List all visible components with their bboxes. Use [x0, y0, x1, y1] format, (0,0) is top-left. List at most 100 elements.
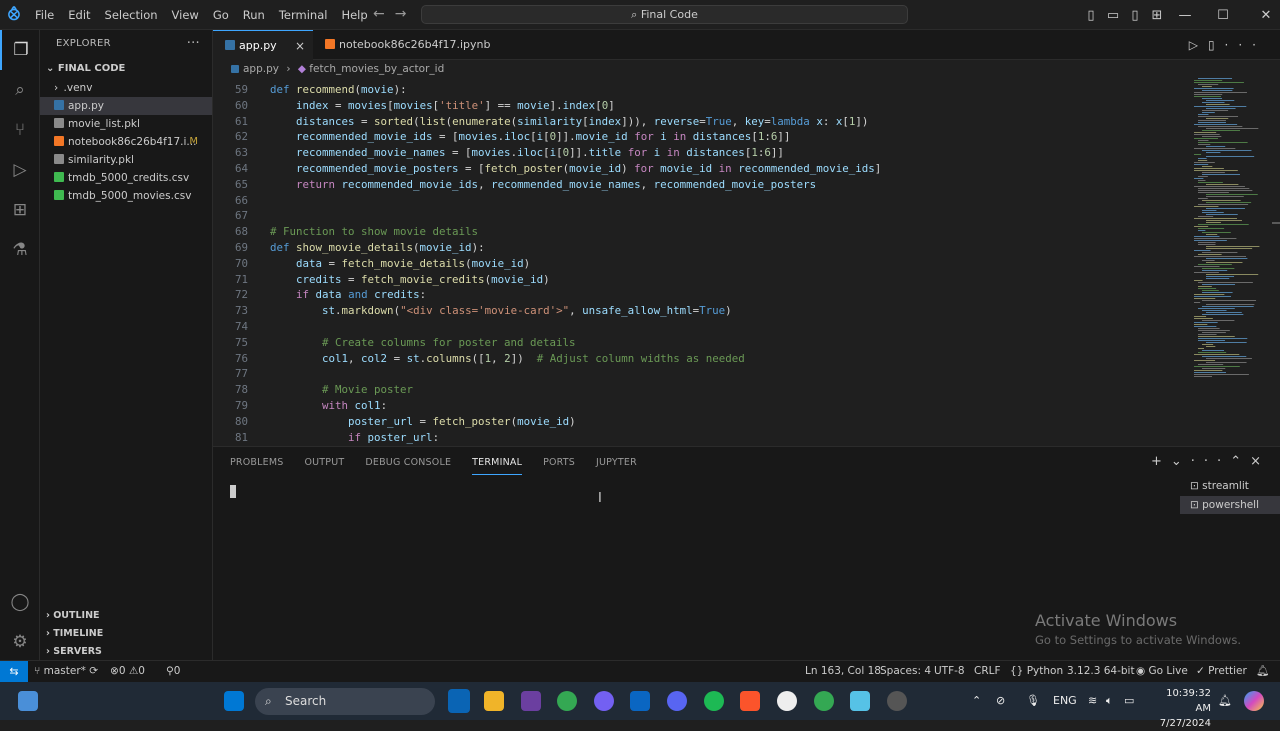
windows-start-icon[interactable]	[224, 691, 244, 711]
close-tab-icon[interactable]: ×	[295, 31, 305, 61]
tab-problems[interactable]: PROBLEMS	[230, 455, 283, 475]
file-explorer-icon[interactable]	[484, 691, 504, 711]
tab-notebook[interactable]: notebook86c26b4f17.ipynb M	[313, 30, 503, 81]
editor-scrollbar[interactable]	[1270, 78, 1280, 446]
accounts-icon[interactable]: ◯	[0, 582, 40, 622]
indentation[interactable]: Spaces: 4	[880, 661, 931, 682]
outline-section[interactable]: › OUTLINE	[40, 607, 213, 625]
wifi-icon[interactable]: ≋	[1088, 682, 1097, 720]
file-item[interactable]: app.py	[40, 97, 212, 115]
split-editor-icon[interactable]: ▯	[1208, 38, 1225, 52]
file-item[interactable]: notebook86c26b4f17.i... M	[40, 133, 212, 151]
vscode-taskbar-icon[interactable]	[448, 689, 470, 713]
menu-help[interactable]: Help	[334, 0, 374, 30]
testing-icon[interactable]: ⚗	[0, 230, 40, 270]
source-control-icon[interactable]: ⑂	[0, 110, 40, 150]
menu-terminal[interactable]: Terminal	[272, 0, 335, 30]
tab-terminal[interactable]: TERMINAL	[472, 455, 523, 475]
file-item[interactable]: similarity.pkl	[40, 151, 212, 169]
close-window-icon[interactable]: ✕	[1246, 8, 1280, 23]
notepad-icon[interactable]	[850, 691, 870, 711]
notifications-bell-icon[interactable]: 🔔︎	[1256, 661, 1269, 682]
run-debug-icon[interactable]: ▷	[0, 150, 40, 190]
volume-icon[interactable]: 🔈︎	[1106, 682, 1113, 720]
workspace-folder[interactable]: ⌄ FINAL CODE	[40, 59, 212, 79]
more-editor-actions-icon[interactable]: ···	[1225, 38, 1266, 52]
back-arrow-icon[interactable]: ←	[373, 6, 395, 22]
git-branch[interactable]: ⑂ master* ⟳	[34, 661, 98, 682]
forward-arrow-icon[interactable]: →	[395, 6, 417, 22]
code-editor[interactable]: 59 def recommend(movie): 60 index = movies…	[213, 78, 1280, 446]
app-taskbar-icon[interactable]	[521, 691, 541, 711]
end-of-line[interactable]: CRLF	[974, 661, 1001, 682]
network-off-icon[interactable]: ⊘	[996, 682, 1005, 720]
tab-debug-console[interactable]: DEBUG CONSOLE	[365, 455, 451, 475]
chrome-profile-icon[interactable]	[814, 691, 834, 711]
manage-gear-icon[interactable]: ⚙	[0, 622, 40, 662]
breadcrumb-file[interactable]: app.py	[243, 63, 279, 75]
menu-selection[interactable]: Selection	[98, 0, 165, 30]
maximize-panel-icon[interactable]: ⌃	[1230, 454, 1250, 469]
github-icon[interactable]	[777, 691, 797, 711]
menu-file[interactable]: File	[28, 0, 61, 30]
explorer-icon[interactable]: ❐	[0, 30, 40, 70]
file-item[interactable]: tmdb_5000_credits.csv	[40, 169, 212, 187]
timeline-section[interactable]: › TIMELINE	[40, 625, 213, 643]
input-language[interactable]: ENG	[1053, 682, 1077, 720]
ports-indicator[interactable]: ⚲0	[166, 661, 180, 682]
maximize-icon[interactable]: ☐	[1200, 8, 1246, 23]
more-panel-actions-icon[interactable]: ···	[1191, 454, 1230, 469]
chrome-icon[interactable]	[557, 691, 577, 711]
command-center-search[interactable]: ⌕ Final Code	[421, 5, 908, 24]
menu-go[interactable]: Go	[206, 0, 236, 30]
minimap[interactable]	[1190, 78, 1268, 446]
brave-icon[interactable]	[740, 691, 760, 711]
menu-run[interactable]: Run	[236, 0, 272, 30]
go-live[interactable]: ◉ Go Live	[1136, 661, 1188, 682]
menu-edit[interactable]: Edit	[61, 0, 97, 30]
customize-layout-icon[interactable]: ⊞	[1146, 8, 1168, 23]
scrollbar-thumb[interactable]	[1272, 222, 1280, 224]
toggle-sidebar-icon[interactable]: ▯	[1080, 8, 1102, 23]
viber-icon[interactable]	[594, 691, 614, 711]
encoding[interactable]: UTF-8	[934, 661, 965, 682]
prettier[interactable]: ✓ Prettier	[1196, 661, 1247, 682]
tab-jupyter[interactable]: JUPYTER	[596, 455, 637, 475]
toggle-secondary-sidebar-icon[interactable]: ▯	[1124, 8, 1146, 23]
tray-chevron-icon[interactable]: ⌃	[972, 682, 981, 720]
cursor-position[interactable]: Ln 163, Col 18	[805, 661, 881, 682]
terminal-streamlit[interactable]: ⊡ streamlit	[1180, 477, 1280, 495]
breadcrumb-symbol[interactable]: fetch_movies_by_actor_id	[309, 63, 444, 75]
copilot-icon[interactable]	[1244, 691, 1264, 711]
chatgpt-icon[interactable]	[887, 691, 907, 711]
battery-icon[interactable]: ▭	[1124, 682, 1134, 720]
run-file-icon[interactable]: ▷	[1189, 38, 1208, 52]
new-terminal-icon[interactable]: +	[1151, 454, 1171, 469]
toggle-panel-icon[interactable]: ▭	[1102, 8, 1124, 23]
terminal-dropdown-icon[interactable]: ⌄	[1171, 454, 1191, 469]
file-item[interactable]: tmdb_5000_movies.csv	[40, 187, 212, 205]
servers-section[interactable]: › SERVERS	[40, 643, 213, 661]
more-actions-icon[interactable]: ···	[187, 30, 200, 58]
language-mode[interactable]: {} Python	[1010, 661, 1063, 682]
problems-indicator[interactable]: ⊗0 ⚠0	[110, 661, 145, 682]
tab-app-py[interactable]: app.py ×	[213, 30, 313, 60]
notifications-icon[interactable]: 🔔︎	[1218, 682, 1232, 720]
extensions-icon[interactable]: ⊞	[0, 190, 40, 230]
close-panel-icon[interactable]: ×	[1250, 454, 1270, 469]
taskbar-search[interactable]: ⌕ Search	[255, 688, 435, 715]
tab-ports[interactable]: PORTS	[543, 455, 575, 475]
tab-output[interactable]: OUTPUT	[304, 455, 344, 475]
remote-indicator-icon[interactable]: ⇆	[0, 661, 28, 683]
microphone-icon[interactable]: 🎙︎	[1026, 682, 1040, 720]
terminal-powershell[interactable]: ⊡ powershell	[1180, 496, 1280, 514]
spotify-icon[interactable]	[704, 691, 724, 711]
widgets-icon[interactable]	[18, 691, 38, 711]
linkedin-icon[interactable]	[630, 691, 650, 711]
minimize-icon[interactable]: —	[1170, 8, 1200, 23]
search-view-icon[interactable]: ⌕	[0, 70, 40, 110]
menu-view[interactable]: View	[165, 0, 206, 30]
file-item[interactable]: movie_list.pkl	[40, 115, 212, 133]
python-interpreter[interactable]: 3.12.3 64-bit	[1067, 661, 1135, 682]
file-item[interactable]: › .venv	[40, 79, 212, 97]
